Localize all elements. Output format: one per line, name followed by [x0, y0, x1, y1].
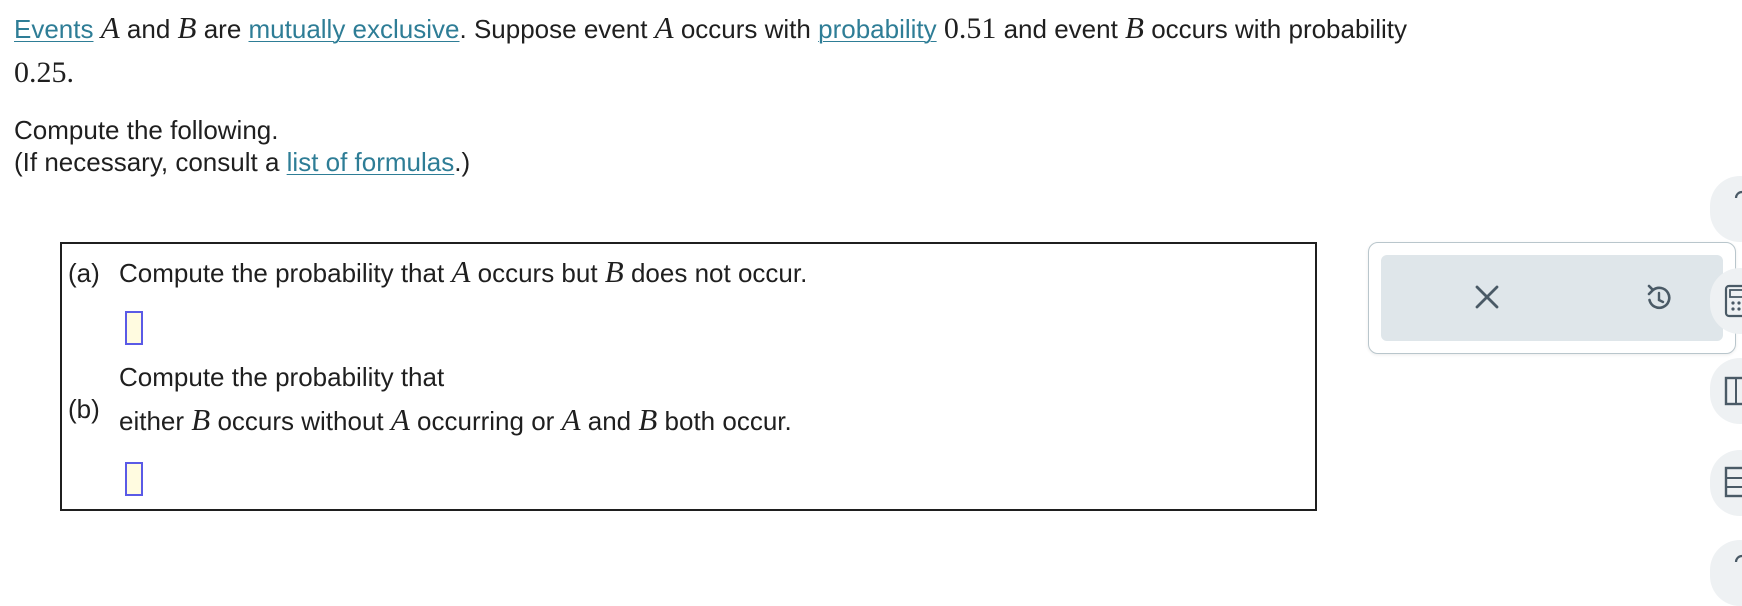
intro-text-are: are [203, 14, 242, 44]
help-tool-button[interactable] [1710, 176, 1742, 242]
calculator-icon [1724, 284, 1742, 323]
events-link[interactable]: Events [14, 14, 94, 44]
instructions-prefix: (If necessary, consult a [14, 147, 287, 177]
question-box: (a) Compute the probability that A occur… [60, 242, 1317, 511]
variable-b: B [191, 402, 211, 437]
close-icon [1472, 282, 1502, 317]
part-a-text: occurs but [477, 258, 598, 288]
instructions-line-1: Compute the following. [14, 115, 279, 145]
variable-a: A [451, 254, 471, 289]
variable-b: B [638, 402, 658, 437]
instructions-line-2: (If necessary, consult a list of formula… [14, 146, 470, 178]
list-of-formulas-link[interactable]: list of formulas [287, 147, 455, 177]
part-b-text: occurring or [417, 406, 555, 436]
table-icon [1724, 376, 1742, 411]
part-a-text: Compute the probability that [119, 258, 445, 288]
variable-b: B [1125, 10, 1144, 45]
probability-a-value: 0.51 [943, 12, 997, 45]
mutually-exclusive-link[interactable]: mutually exclusive [249, 14, 460, 44]
probability-link[interactable]: probability [818, 14, 937, 44]
variable-a: A [654, 10, 674, 45]
clear-button[interactable] [1465, 277, 1509, 321]
variable-b: B [604, 254, 624, 289]
intro-text-and: and [126, 14, 171, 44]
document-icon [1724, 466, 1742, 503]
undo-button[interactable] [1637, 277, 1681, 321]
probability-b-value: 0.25. [14, 56, 74, 89]
variable-a: A [390, 402, 410, 437]
part-a-question: Compute the probability that A occurs bu… [119, 254, 807, 290]
variable-a: A [561, 402, 581, 437]
intro-text-occurs-with: occurs with [680, 14, 811, 44]
reference-tool-button[interactable] [1710, 450, 1742, 516]
part-b-question-line-2: either B occurs without A occurring or A… [119, 402, 792, 438]
part-b-text: and [587, 406, 632, 436]
more-tool-button[interactable] [1710, 540, 1742, 606]
part-b-label: (b) [68, 394, 100, 424]
intro-text-suppose: . Suppose event [459, 14, 648, 44]
variable-a: A [100, 10, 120, 45]
more-icon [1732, 548, 1742, 569]
intro-text-and-event: and event [1003, 14, 1118, 44]
variable-b: B [177, 10, 197, 45]
problem-statement: Events A and B are mutually exclusive. S… [14, 6, 1742, 95]
question-icon [1732, 190, 1742, 215]
part-a-answer-input[interactable] [125, 311, 143, 345]
answer-action-bar [1381, 255, 1723, 341]
instructions-suffix: .) [454, 147, 471, 177]
intro-text-occurs-with-probability: occurs with probability [1151, 14, 1407, 44]
part-b-text: both occur. [664, 406, 792, 436]
part-b-text: either [119, 406, 185, 436]
part-b-text: occurs without [217, 406, 384, 436]
data-tool-button[interactable] [1710, 358, 1742, 424]
part-a-label: (a) [68, 258, 100, 288]
answer-action-panel [1368, 242, 1736, 354]
part-b-answer-input[interactable] [125, 462, 143, 496]
undo-icon [1643, 281, 1675, 318]
part-b-question-line-1: Compute the probability that [119, 362, 445, 392]
part-a-text: does not occur. [630, 258, 808, 288]
instructions: Compute the following. (If necessary, co… [14, 114, 470, 178]
